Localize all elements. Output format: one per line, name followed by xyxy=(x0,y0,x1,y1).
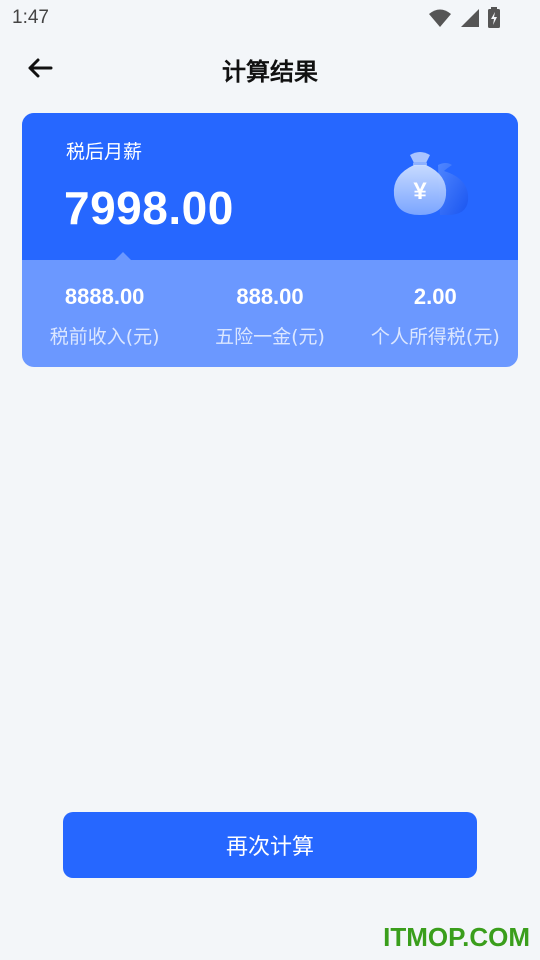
signal-icon xyxy=(461,8,479,27)
after-tax-value: 7998.00 xyxy=(64,182,234,234)
stat-value: 2.00 xyxy=(413,284,457,309)
page-title: 计算结果 xyxy=(222,58,318,86)
stat-label: 税前收入(元) xyxy=(49,326,160,348)
stat-label: 五险一金(元) xyxy=(215,326,325,348)
result-card: 税后月薪 7998.00 ¥ 8888.00 税前收入(元) 888.00 五险… xyxy=(22,113,518,367)
status-time: 1:47 xyxy=(12,7,49,28)
stat-pretax-income: 8888.00 税前收入(元) xyxy=(22,260,187,367)
svg-text:¥: ¥ xyxy=(413,178,427,205)
header: 计算结果 xyxy=(0,40,540,96)
watermark: ITMOP.COM xyxy=(383,922,530,952)
money-bag-icon: ¥ xyxy=(393,152,469,215)
stat-social-insurance: 888.00 五险一金(元) xyxy=(187,260,352,367)
wifi-icon xyxy=(429,9,451,27)
after-tax-label: 税后月薪 xyxy=(66,141,143,163)
battery-charging-icon xyxy=(488,7,500,28)
recalculate-button[interactable]: 再次计算 xyxy=(63,812,477,878)
back-button[interactable] xyxy=(22,52,58,84)
stat-label: 个人所得税(元) xyxy=(370,326,500,348)
arrow-left-icon xyxy=(28,58,53,78)
stat-value: 8888.00 xyxy=(64,284,145,309)
card-stats: 8888.00 税前收入(元) 888.00 五险一金(元) 2.00 个人所得… xyxy=(22,260,518,367)
stat-income-tax: 2.00 个人所得税(元) xyxy=(353,260,518,367)
status-bar: 1:47 xyxy=(0,0,540,36)
stat-value: 888.00 xyxy=(236,284,304,309)
status-icons xyxy=(428,7,500,28)
